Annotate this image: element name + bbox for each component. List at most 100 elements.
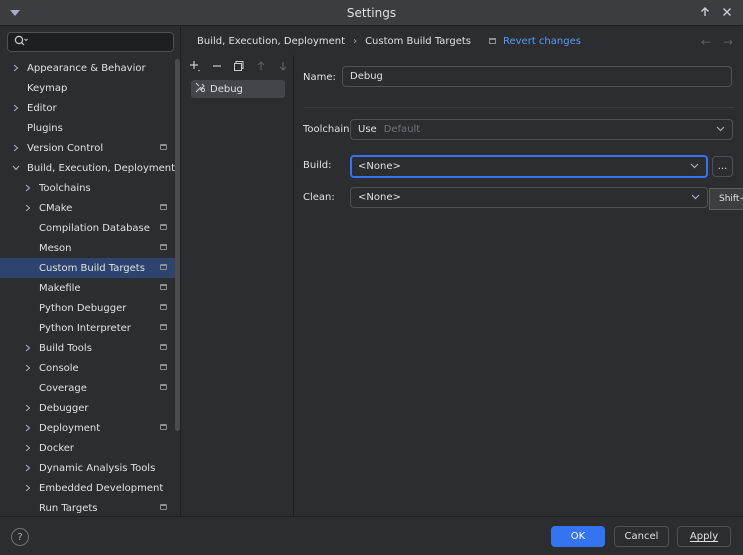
chevron-right-icon[interactable]	[22, 424, 34, 432]
clean-value: <None>	[358, 192, 401, 203]
chevron-right-icon[interactable]	[22, 344, 34, 352]
sidebar-item-python-debugger[interactable]: Python Debugger	[0, 298, 180, 318]
toolchain-use-text: Use	[358, 124, 377, 135]
build-tools-icon	[195, 82, 206, 96]
apply-button[interactable]: Apply	[677, 526, 731, 547]
window-menu-icon[interactable]	[8, 6, 22, 20]
sidebar-item-appearance-behavior[interactable]: Appearance & Behavior	[0, 58, 180, 78]
sidebar-scrollbar[interactable]	[175, 59, 180, 431]
sidebar-item-label: Python Debugger	[39, 302, 127, 314]
sidebar-item-version-control[interactable]: Version Control	[0, 138, 180, 158]
maximize-icon[interactable]	[697, 4, 713, 20]
sidebar-item-cmake[interactable]: CMake	[0, 198, 180, 218]
sidebar-item-label: Docker	[39, 442, 75, 454]
chevron-down-icon	[691, 193, 700, 203]
chevron-right-icon[interactable]	[22, 484, 34, 492]
sidebar-item-custom-build-targets[interactable]: Custom Build Targets	[0, 258, 180, 278]
sidebar-item-python-interpreter[interactable]: Python Interpreter	[0, 318, 180, 338]
sidebar-item-label: Embedded Development	[39, 482, 164, 494]
chevron-right-icon[interactable]	[22, 404, 34, 412]
dialog-footer: ? OK Cancel Apply	[0, 516, 743, 555]
sidebar-item-label: Run Targets	[39, 502, 98, 514]
chevron-right-icon[interactable]	[10, 64, 22, 72]
toolchain-select[interactable]: Use Default	[350, 119, 733, 140]
toolchain-value: Default	[383, 124, 421, 135]
sidebar-item-editor[interactable]: Editor	[0, 98, 180, 118]
sidebar-item-docker[interactable]: Docker	[0, 438, 180, 458]
chevron-right-icon[interactable]	[22, 184, 34, 192]
sidebar-item-label: Deployment	[39, 422, 101, 434]
sidebar-item-label: CMake	[39, 202, 73, 214]
ok-button[interactable]: OK	[551, 526, 605, 547]
move-down-icon[interactable]	[275, 58, 291, 74]
sidebar-item-label: Coverage	[39, 382, 87, 394]
sidebar-item-label: Dynamic Analysis Tools	[39, 462, 156, 474]
remove-icon[interactable]	[209, 58, 225, 74]
sidebar-item-label: Appearance & Behavior	[27, 62, 146, 74]
forward-arrow-icon[interactable]: →	[723, 35, 733, 49]
name-field[interactable]: Debug	[342, 66, 732, 87]
sidebar-item-label: Editor	[27, 102, 57, 114]
targets-toolbar	[182, 55, 293, 77]
copy-icon[interactable]	[231, 58, 247, 74]
back-arrow-icon[interactable]: ←	[701, 35, 711, 49]
section-divider	[304, 107, 734, 108]
chevron-right-icon[interactable]	[10, 104, 22, 112]
sidebar-item-build-execution-deployment[interactable]: Build, Execution, Deployment	[0, 158, 180, 178]
build-value: <None>	[358, 161, 401, 172]
project-scope-icon	[160, 244, 167, 250]
search-field[interactable]	[7, 32, 174, 52]
sidebar-item-makefile[interactable]: Makefile	[0, 278, 180, 298]
breadcrumb-current: Custom Build Targets	[365, 35, 471, 47]
window-title: Settings	[346, 5, 397, 20]
project-scope-icon	[160, 344, 167, 350]
chevron-right-icon[interactable]	[22, 204, 34, 212]
clean-label: Clean:	[303, 192, 335, 203]
add-icon[interactable]	[187, 58, 203, 74]
sidebar-item-run-targets[interactable]: Run Targets	[0, 498, 180, 516]
sidebar-item-embedded-development[interactable]: Embedded Development	[0, 478, 180, 498]
settings-tree: Appearance & Behavior Keymap Editor Plugins…	[0, 58, 180, 516]
sidebar-item-label: Compilation Database	[39, 222, 150, 234]
clean-select[interactable]: <None>	[350, 187, 708, 208]
revert-changes-label[interactable]: Revert changes	[503, 36, 581, 47]
sidebar-item-console[interactable]: Console	[0, 358, 180, 378]
chevron-right-icon[interactable]	[10, 144, 22, 152]
breadcrumb-parent[interactable]: Build, Execution, Deployment	[197, 36, 345, 47]
project-scope-icon	[160, 364, 167, 370]
sidebar-item-label: Python Interpreter	[39, 322, 131, 334]
project-scope-icon	[160, 284, 167, 290]
revert-changes-link[interactable]: Revert changes	[488, 36, 581, 47]
sidebar-item-plugins[interactable]: Plugins	[0, 118, 180, 138]
chevron-right-icon[interactable]	[22, 464, 34, 472]
sidebar-item-label: Version Control	[27, 142, 104, 154]
sidebar-item-toolchains[interactable]: Toolchains	[0, 178, 180, 198]
build-browse-button[interactable]: ...	[712, 156, 733, 177]
sidebar-item-compilation-database[interactable]: Compilation Database	[0, 218, 180, 238]
build-select[interactable]: <None>	[350, 155, 708, 178]
name-input[interactable]: Debug	[350, 71, 383, 82]
chevron-right-icon[interactable]	[22, 444, 34, 452]
cancel-button[interactable]: Cancel	[614, 526, 669, 547]
target-item-label: Debug	[210, 83, 243, 95]
toolchain-label: Toolchain:	[303, 124, 353, 135]
sidebar-item-label: Custom Build Targets	[39, 262, 145, 274]
sidebar-item-label: Meson	[39, 242, 72, 254]
project-scope-icon	[160, 324, 167, 330]
close-icon[interactable]	[719, 4, 735, 20]
target-item-debug[interactable]: Debug	[191, 80, 285, 98]
chevron-right-icon[interactable]	[22, 364, 34, 372]
move-up-icon[interactable]	[253, 58, 269, 74]
sidebar-item-dynamic-analysis-tools[interactable]: Dynamic Analysis Tools	[0, 458, 180, 478]
sidebar-item-label: Build Tools	[39, 342, 92, 354]
help-button[interactable]: ?	[11, 528, 29, 546]
sidebar-item-debugger[interactable]: Debugger	[0, 398, 180, 418]
sidebar-item-deployment[interactable]: Deployment	[0, 418, 180, 438]
sidebar-item-coverage[interactable]: Coverage	[0, 378, 180, 398]
sidebar-item-meson[interactable]: Meson	[0, 238, 180, 258]
sidebar-item-build-tools[interactable]: Build Tools	[0, 338, 180, 358]
tooltip-text: Shift+	[719, 194, 743, 204]
chevron-down-icon[interactable]	[10, 165, 22, 171]
project-scope-icon	[160, 384, 167, 390]
sidebar-item-keymap[interactable]: Keymap	[0, 78, 180, 98]
